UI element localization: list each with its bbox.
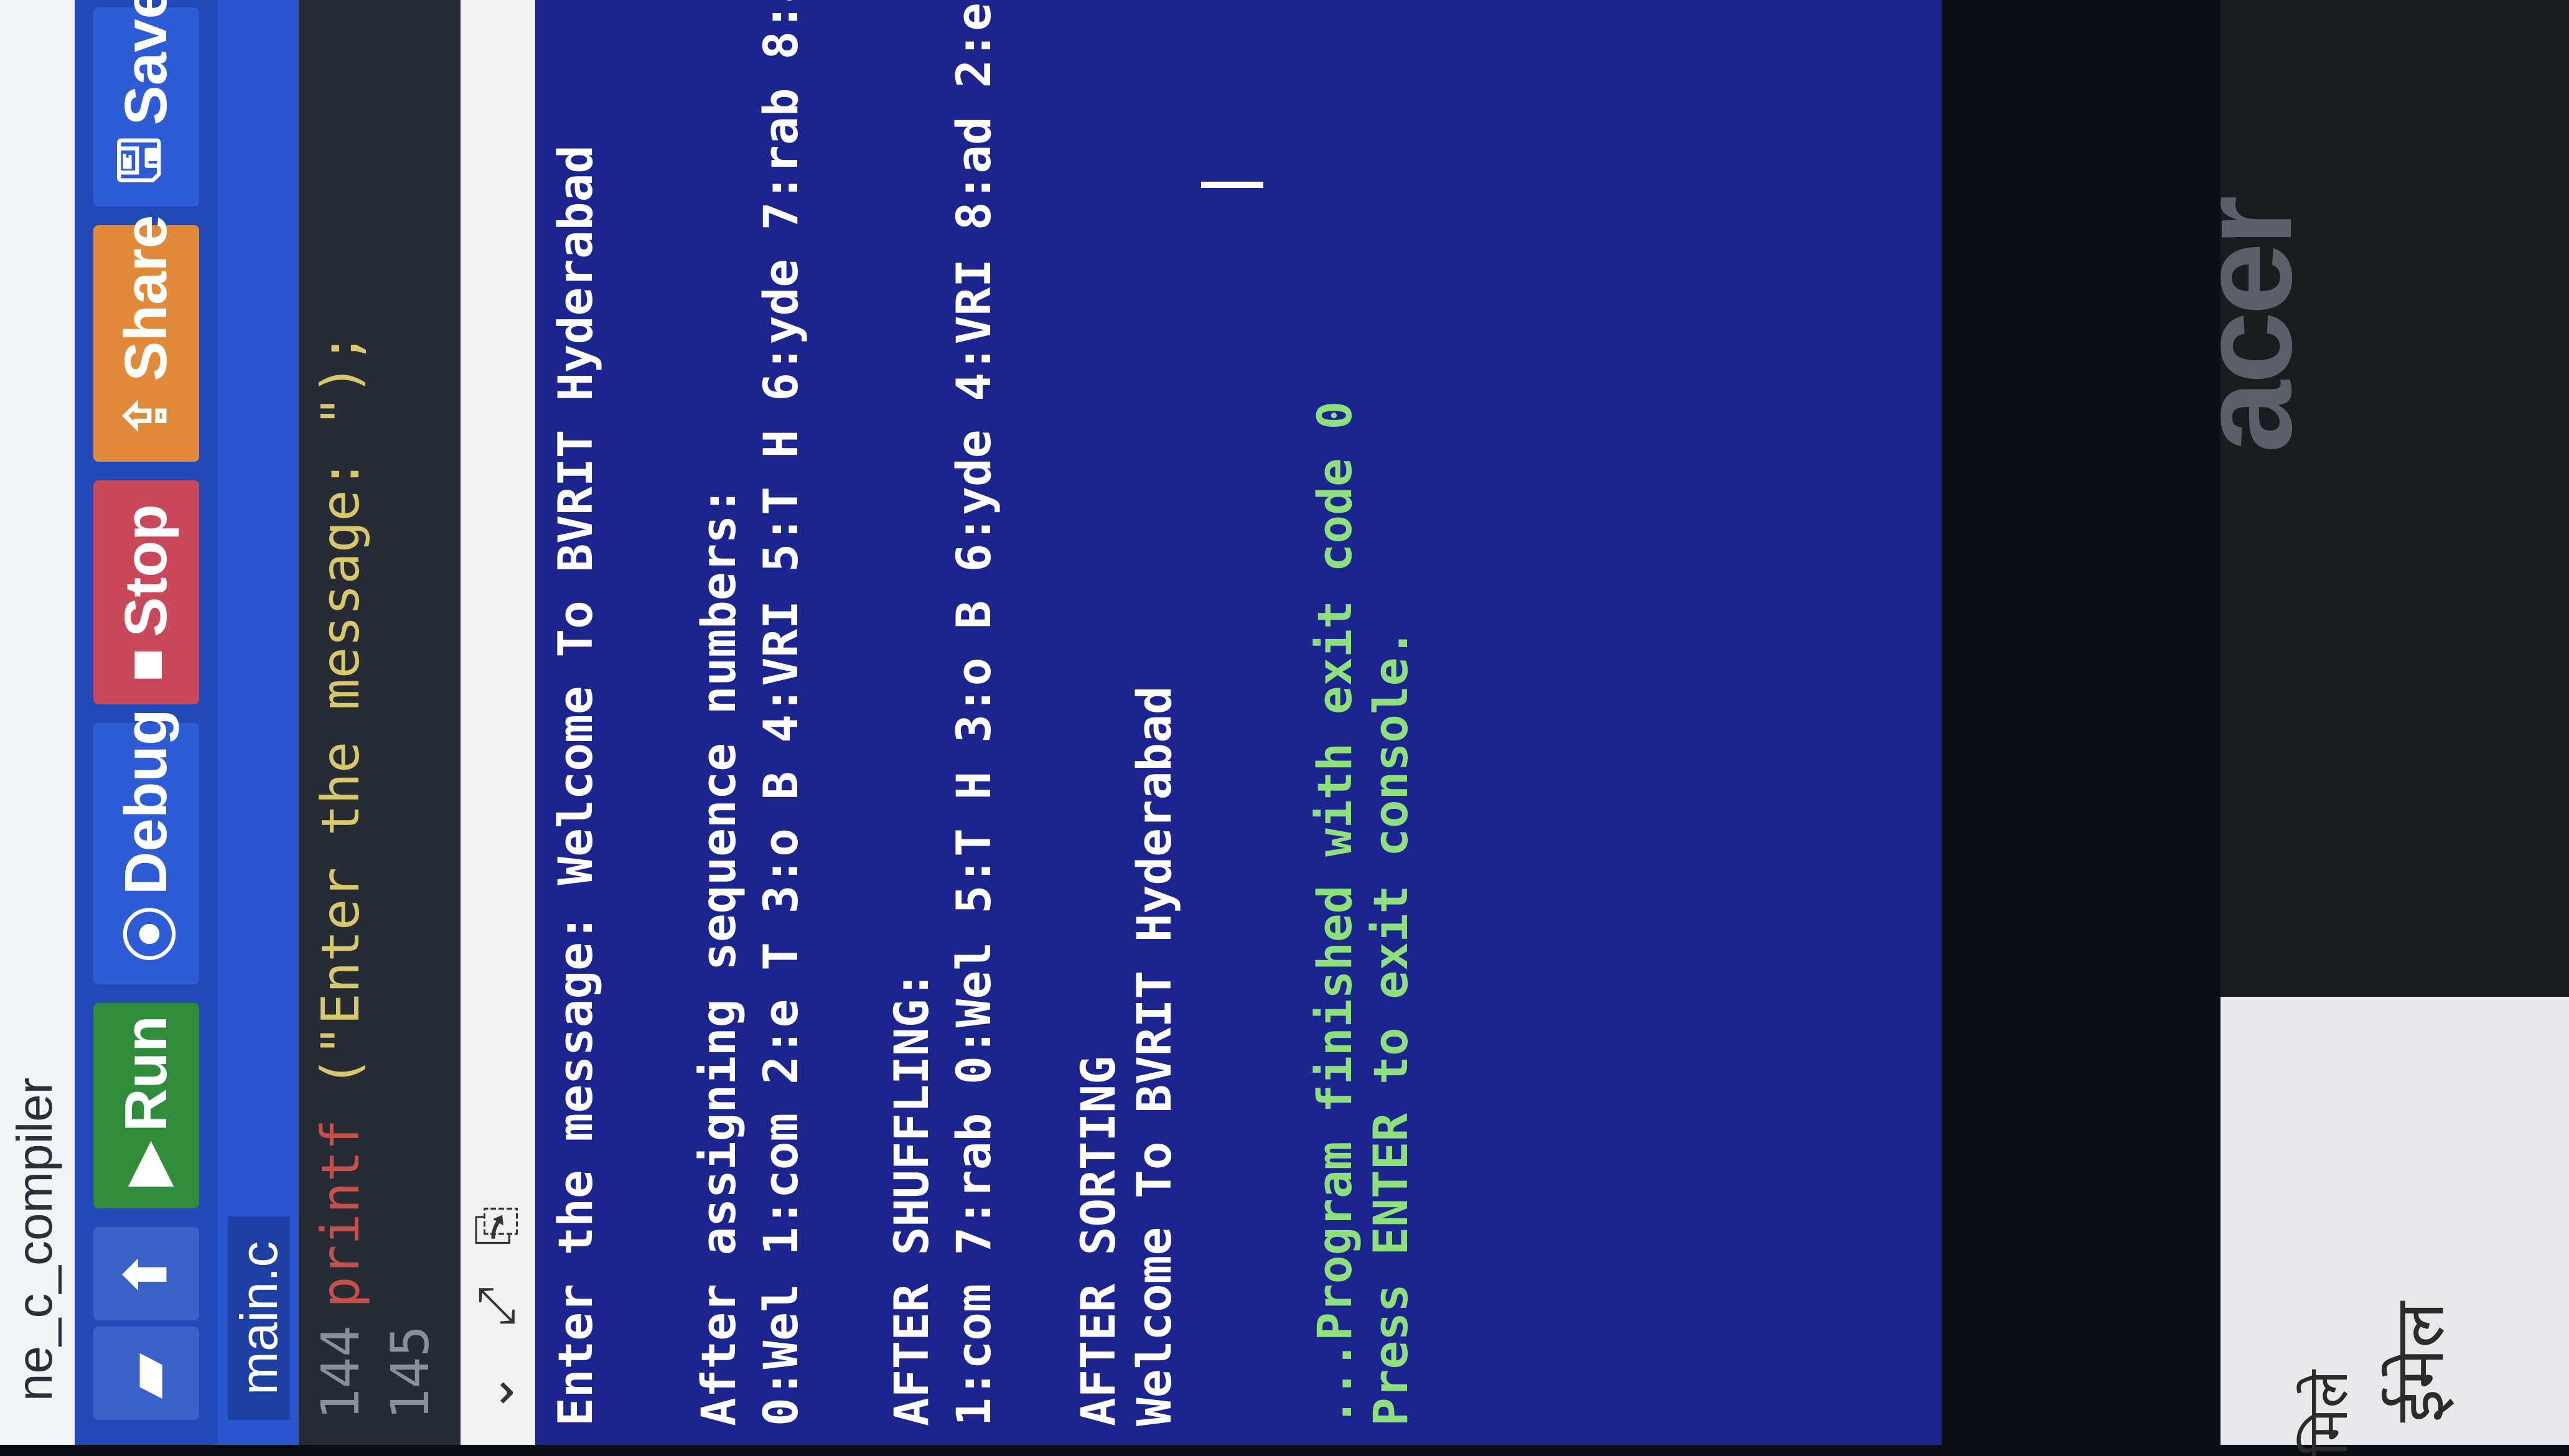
stop-label: Stop: [113, 504, 179, 637]
console-line: Press ENTER to exit console.: [1363, 628, 1418, 1426]
console-line: Welcome To BVRIT Hyderabad: [1126, 686, 1182, 1426]
save-label: Save: [113, 0, 179, 126]
console-toolbar: ⌄ ⤢ ⎘: [461, 0, 535, 1445]
code-line: 144 printf ("Enter the message: ");: [310, 0, 372, 1445]
toolbar: ▰ ⬆ ▶ Run ⦿ Debug ■ Stop ⇪ Share 🖫 Save: [75, 0, 218, 1445]
upload-icon: ⬆: [115, 1251, 178, 1298]
debug-icon: ⦿: [121, 906, 183, 962]
monitor-brand-logo: acer: [2173, 199, 2319, 454]
share-button[interactable]: ⇪ Share: [93, 215, 199, 462]
share-label: Share: [113, 215, 179, 381]
page-title: ne_c_compiler: [7, 1077, 62, 1401]
console-line: AFTER SORTING: [1070, 1056, 1126, 1426]
stop-icon: ■: [115, 648, 177, 682]
paper-handwriting-2: मिले: [2295, 1370, 2361, 1456]
code-line: 145: [380, 0, 442, 1445]
code-text: printf ("Enter the message: ");: [310, 332, 371, 1308]
run-label: Run: [113, 1015, 179, 1132]
tab-main-c[interactable]: main.c: [228, 1216, 290, 1420]
console-line: Enter the message: Welcome To BVRIT Hyde…: [548, 144, 603, 1426]
paper-handwriting-1: ईमेल: [2379, 1302, 2459, 1423]
save-icon: 🖫: [108, 136, 171, 184]
console-line: 0:Wel 1:com 2:e T 3:o B 4:VRI 5:T H 6:yd…: [753, 0, 808, 1426]
new-file-button[interactable]: ▰: [93, 1327, 199, 1420]
stop-button[interactable]: ■ Stop: [93, 480, 199, 704]
line-number: 144: [310, 1325, 371, 1420]
console-line: After assigning sequence numbers:: [691, 487, 746, 1426]
line-number: 145: [380, 1325, 441, 1420]
chevron-down-icon[interactable]: ⌄: [467, 1372, 525, 1414]
file-icon: ▰: [115, 1354, 178, 1398]
play-icon: ▶: [115, 1142, 178, 1186]
monitor-screen: ne_c_compiler ▰ ⬆ ▶ Run ⦿ Debug ■ Stop ⇪…: [0, 0, 1942, 1445]
run-button[interactable]: ▶ Run: [93, 1003, 199, 1208]
text-cursor: [1201, 182, 1263, 188]
output-console[interactable]: Enter the message: Welcome To BVRIT Hyde…: [535, 0, 1942, 1445]
console-line: ...Program finished with exit code 0: [1307, 401, 1362, 1426]
upload-button[interactable]: ⬆: [93, 1227, 199, 1320]
expand-icon[interactable]: ⤢: [467, 1287, 525, 1327]
tab-bar: main.c: [218, 0, 299, 1445]
share-icon: ⇪: [115, 392, 178, 439]
browser-title-strip: ne_c_compiler: [0, 0, 75, 1445]
code-keyword: printf: [310, 1119, 371, 1308]
code-rest: ("Enter the message: ");: [310, 332, 371, 1119]
debug-label: Debug: [113, 709, 179, 895]
output-icon[interactable]: ⎘: [467, 1206, 525, 1246]
console-line: AFTER SHUFFLING:: [884, 970, 939, 1426]
debug-button[interactable]: ⦿ Debug: [93, 709, 199, 984]
code-editor[interactable]: 144 printf ("Enter the message: "); 145: [299, 0, 461, 1445]
save-button[interactable]: 🖫 Save: [93, 0, 199, 207]
console-line: 1:com 7:rab 0:Wel 5:T H 3:o B 6:yde 4:VR…: [946, 0, 1001, 1426]
